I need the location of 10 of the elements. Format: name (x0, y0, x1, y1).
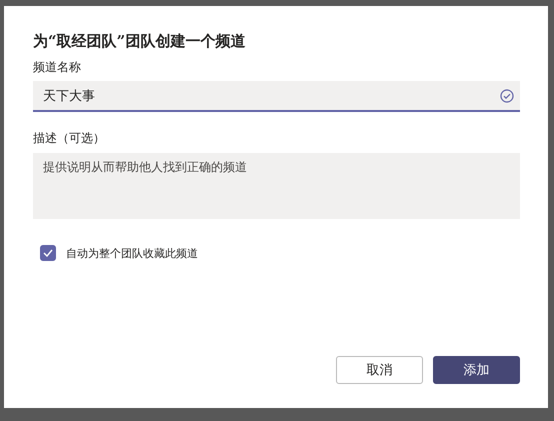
cancel-button[interactable]: 取消 (336, 356, 423, 384)
field-label: 频道名称 (33, 59, 82, 76)
description-field[interactable]: 提供说明从而帮助他人找到正确的频道 (33, 153, 520, 219)
add-button[interactable]: 添加 (433, 356, 520, 384)
checkbox[interactable] (40, 245, 56, 261)
check-icon (43, 249, 53, 257)
field-label: 描述（可选） (33, 130, 106, 147)
checkbox-label: 自动为整个团队收藏此频道 (66, 246, 198, 260)
dialog-title: 为“取经团队”团队创建一个频道 (33, 32, 246, 51)
channel-name-field[interactable]: 天下大事 (33, 81, 520, 112)
